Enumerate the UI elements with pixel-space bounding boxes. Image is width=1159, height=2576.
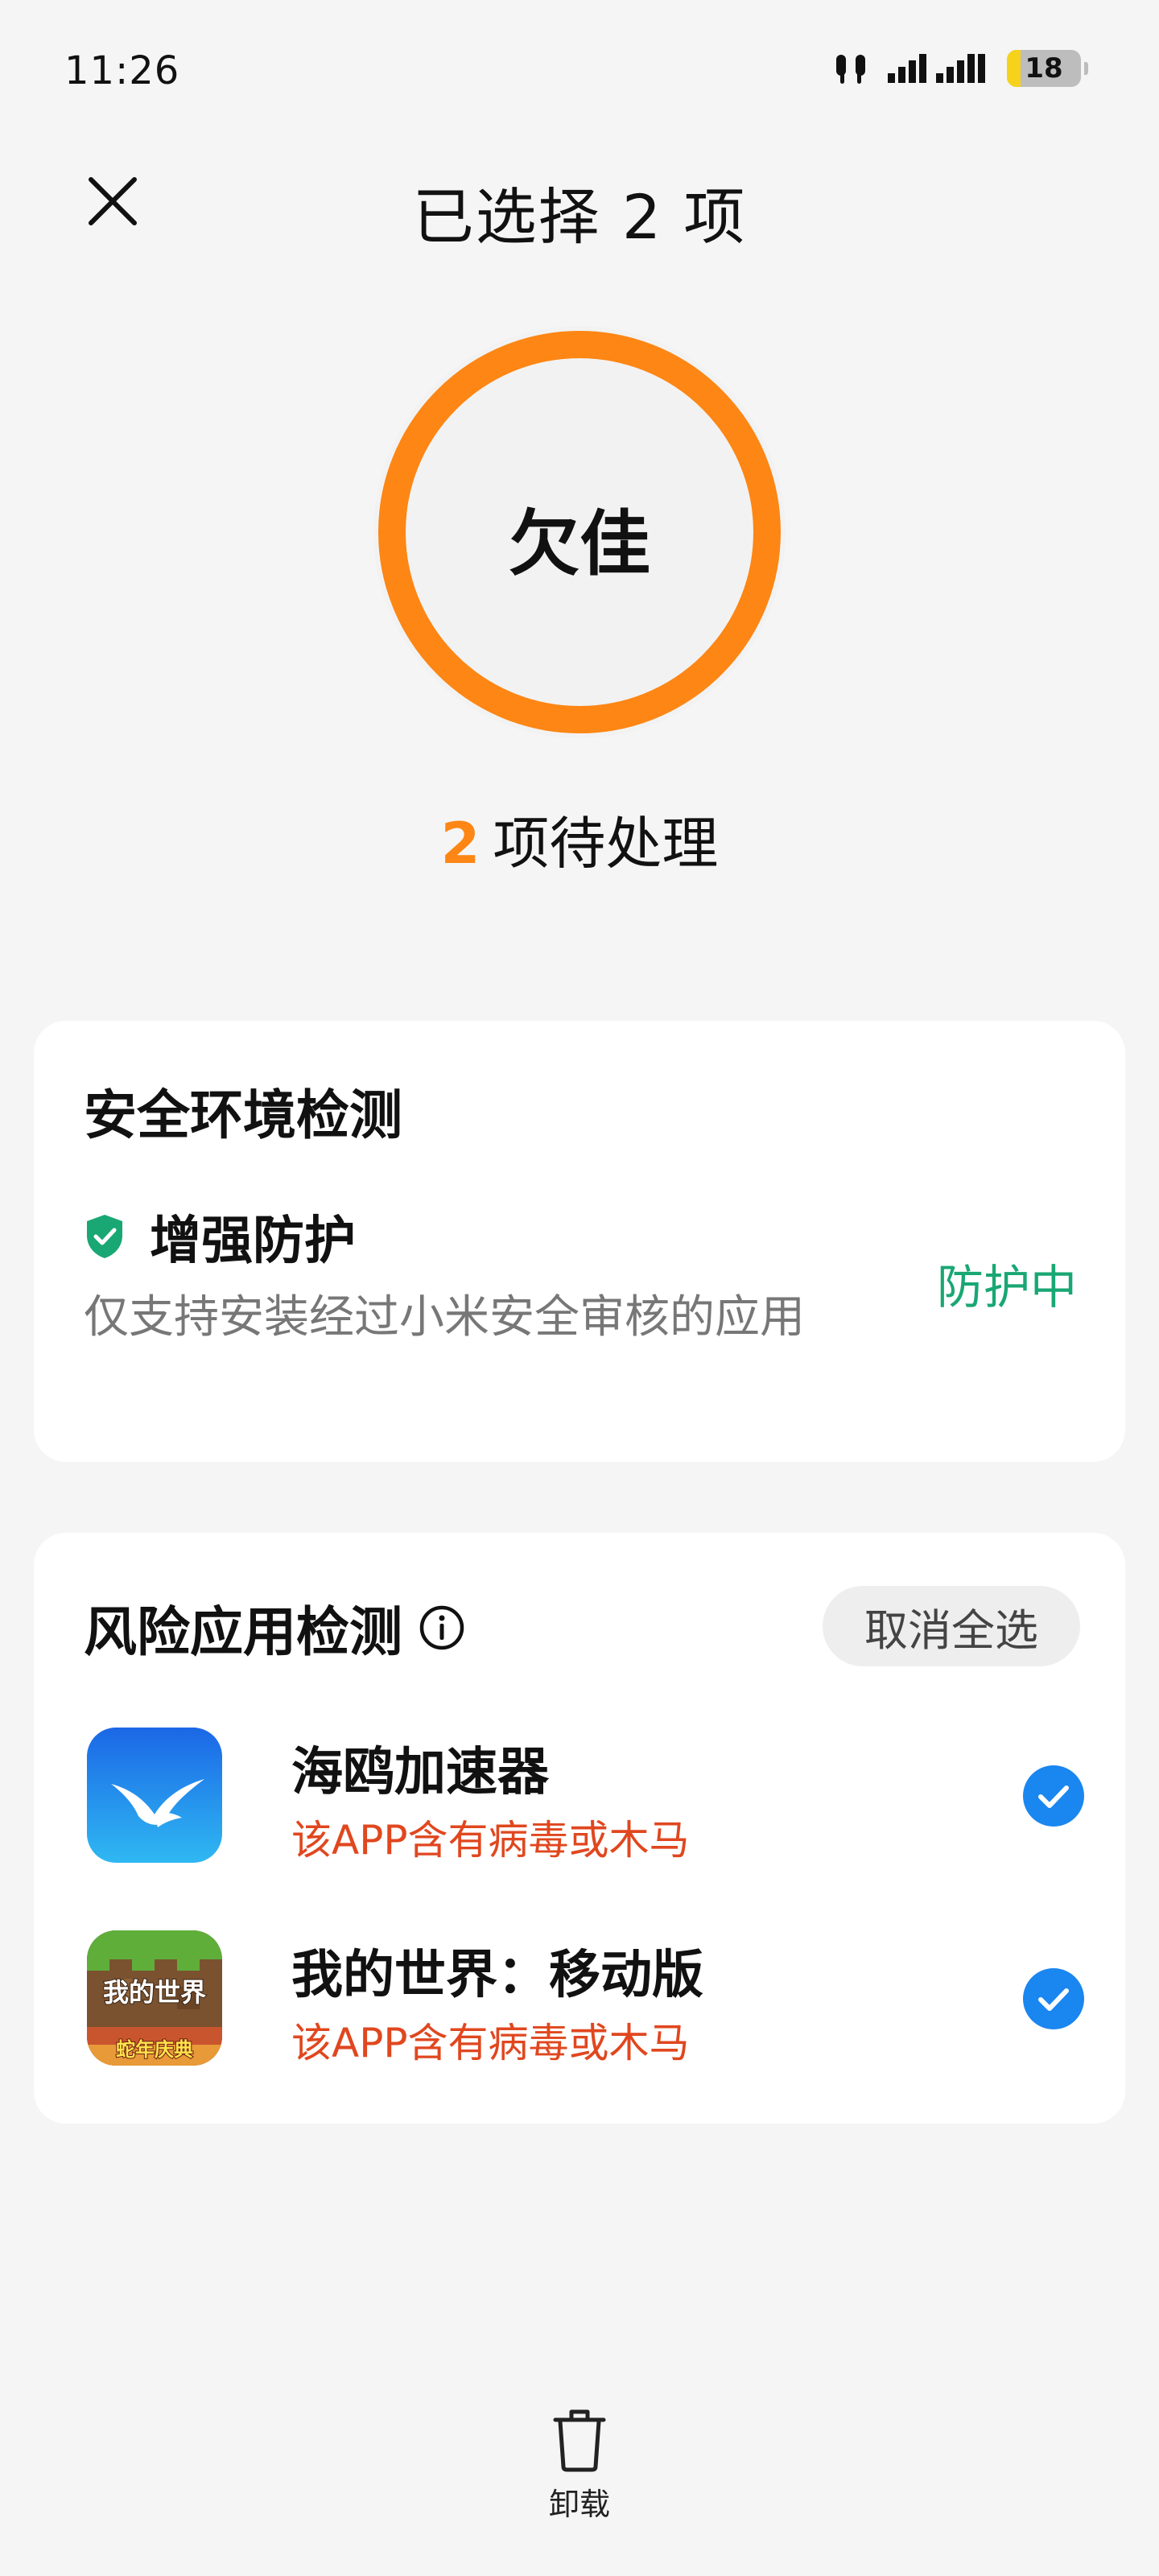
uninstall-label: 卸载 xyxy=(548,2487,610,2522)
page-title: 已选择 2 项 xyxy=(412,181,747,253)
info-icon[interactable] xyxy=(419,1604,465,1651)
risk-card-title-row: 风险应用检测 xyxy=(84,1589,465,1666)
status-time: 11:26 xyxy=(64,48,180,93)
deselect-all-button[interactable]: 取消全选 xyxy=(823,1586,1080,1666)
header: 已选择 2 项 xyxy=(0,153,1159,253)
battery-fill xyxy=(1007,50,1021,87)
battery-level: 18 xyxy=(1025,52,1063,85)
env-check-card: 安全环境检测 增强防护 仅支持安装经过小米安全审核的应用 防护中 xyxy=(34,1021,1125,1462)
seagull-app-icon xyxy=(87,1728,222,1863)
status-icons: 18 xyxy=(833,50,1088,87)
risk-app-row[interactable]: 我的世界 蛇年庆典 我的世界：移动版 该APP含有病毒或木马 xyxy=(87,1930,1085,2067)
earbuds-icon xyxy=(833,50,876,87)
pending-text: 项待处理 xyxy=(493,811,719,877)
score-label: 欠佳 xyxy=(508,502,650,585)
app-warning: 该APP含有病毒或木马 xyxy=(291,1817,690,1864)
app-warning: 该APP含有病毒或木马 xyxy=(291,2020,690,2066)
minecraft-app-icon: 我的世界 蛇年庆典 xyxy=(87,1930,222,2066)
minecraft-icon-subtitle: 蛇年庆典 xyxy=(116,2038,193,2061)
app-name: 海鸥加速器 xyxy=(291,1743,549,1802)
risk-card-title: 风险应用检测 xyxy=(84,1601,402,1663)
risk-app-row[interactable]: 海鸥加速器 该APP含有病毒或木马 xyxy=(87,1728,1085,1864)
shield-check-icon xyxy=(87,1215,122,1258)
risk-apps-card: 风险应用检测 取消全选 海鸥加速器 该APP含有病毒或木马 我的世界 蛇年庆典 … xyxy=(34,1533,1125,2124)
score-ring: 欠佳 xyxy=(373,326,786,738)
pending-count: 2 xyxy=(440,811,481,877)
status-bar: 11:26 18 xyxy=(0,0,1159,145)
app-name: 我的世界：移动版 xyxy=(291,1946,703,2005)
protection-name: 增强防护 xyxy=(150,1212,356,1271)
battery-tip xyxy=(1084,62,1088,75)
checkbox-checked-icon[interactable] xyxy=(1022,1967,1085,2030)
battery-icon: 18 xyxy=(1007,50,1081,87)
enhanced-protection-row: 增强防护 xyxy=(84,1199,356,1274)
uninstall-button[interactable]: 卸载 xyxy=(515,2407,644,2536)
protection-description: 仅支持安装经过小米安全审核的应用 xyxy=(84,1291,805,1344)
signal-icon xyxy=(888,52,996,85)
pending-summary: 2 项待处理 xyxy=(0,799,1159,880)
env-card-title: 安全环境检测 xyxy=(84,1084,402,1146)
protection-status[interactable]: 防护中 xyxy=(937,1249,1077,1317)
checkbox-checked-icon[interactable] xyxy=(1022,1765,1085,1827)
minecraft-icon-title: 我的世界 xyxy=(103,1977,206,2008)
trash-icon xyxy=(553,2409,606,2472)
